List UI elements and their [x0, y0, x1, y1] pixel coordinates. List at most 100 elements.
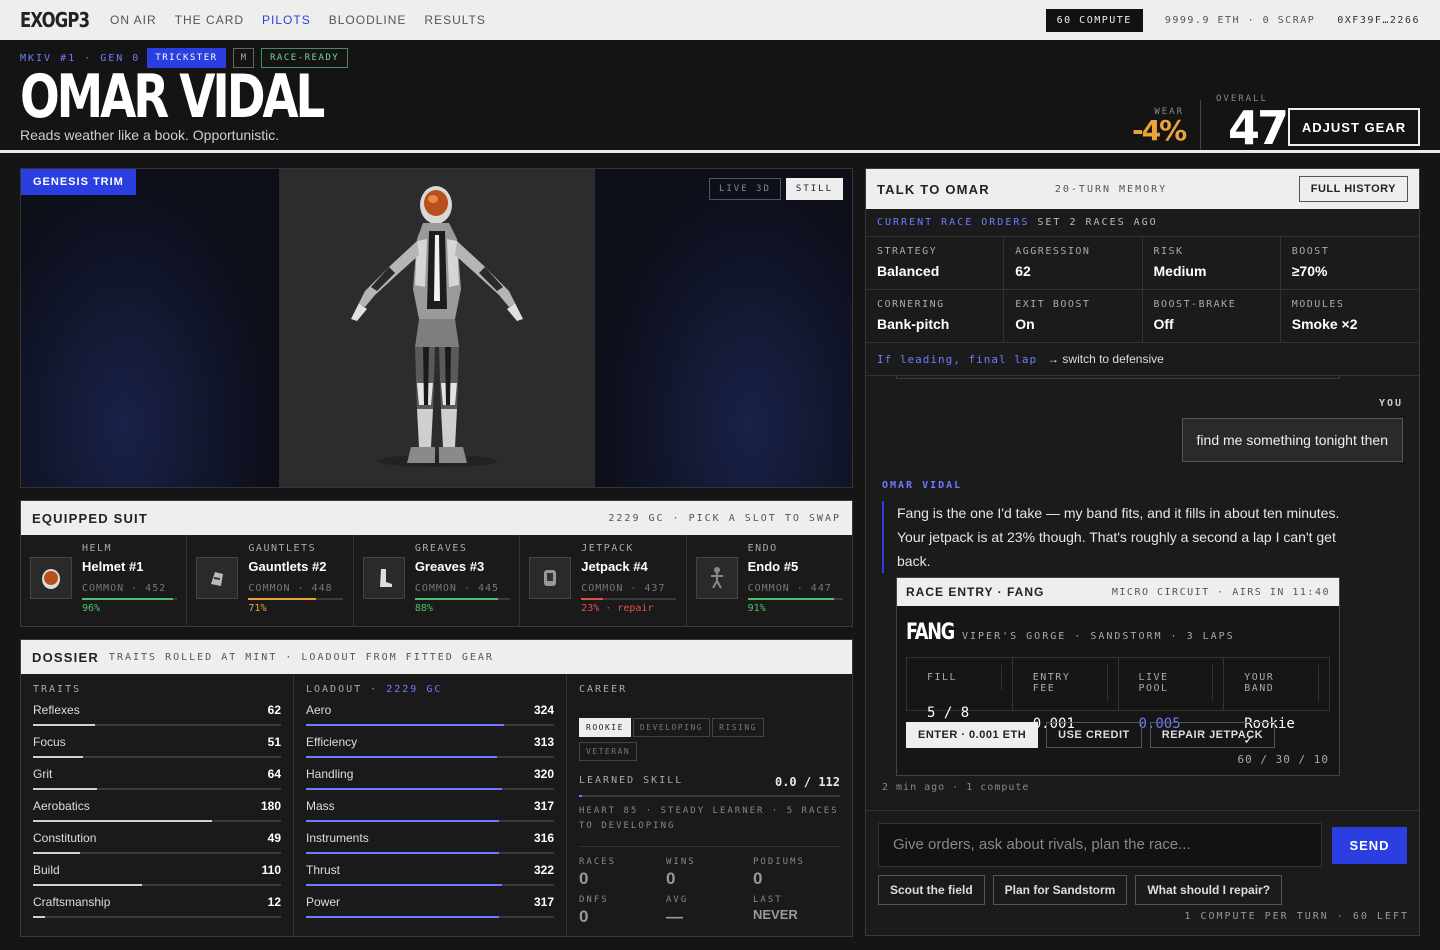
order-cell[interactable]: RISK Medium — [1142, 237, 1281, 290]
nav-bloodline[interactable]: BLOODLINE — [329, 13, 407, 27]
slot-rarity: COMMON · 437 — [581, 583, 666, 594]
loadout-bar — [306, 788, 554, 790]
traits-bar — [33, 724, 281, 726]
suit-slot-greaves[interactable]: GREAVES Greaves #3 COMMON · 445 88% — [354, 535, 521, 627]
divider — [1200, 100, 1201, 150]
chat-input[interactable]: Give orders, ask about rivals, plan the … — [878, 823, 1322, 867]
race-venue: VIPER'S GORGE · SANDSTORM · 3 LAPS — [962, 631, 1235, 642]
repair-jetpack-button[interactable]: REPAIR JETPACK — [1149, 722, 1276, 748]
suggestion-plan[interactable]: Plan for Sandstorm — [992, 875, 1128, 905]
loadout-bar — [306, 820, 554, 822]
skill-progress — [579, 795, 840, 797]
loadout-value: 313 — [533, 735, 554, 749]
slot-item-name: Jetpack #4 — [581, 559, 648, 574]
slot-label: HELM — [82, 543, 113, 554]
order-cell[interactable]: CORNERING Bank-pitch — [866, 290, 1005, 343]
message-meta: 2 min ago · 1 compute — [882, 782, 1030, 793]
suit-slot-endo[interactable]: ENDO Endo #5 COMMON · 447 91% — [687, 535, 852, 627]
use-credit-button[interactable]: USE CREDIT — [1046, 722, 1142, 748]
loadout-name: Instruments — [306, 831, 369, 845]
suggestion-scout[interactable]: Scout the field — [878, 875, 985, 905]
order-cell[interactable]: BOOST ≥70% — [1280, 237, 1419, 290]
career-stat: DNFS 0 — [579, 895, 666, 927]
loadout-bar — [306, 884, 554, 886]
order-cell[interactable]: STRATEGY Balanced — [866, 237, 1005, 290]
traits-row: Focus 51 — [33, 735, 281, 767]
loadout-name: Handling — [306, 767, 354, 781]
loadout-value: 320 — [533, 767, 554, 781]
traits-name: Grit — [33, 767, 53, 781]
nav-results[interactable]: RESULTS — [424, 13, 485, 27]
order-value: Bank-pitch — [877, 316, 950, 332]
traits-name: Focus — [33, 735, 66, 749]
order-key: AGGRESSION — [1015, 246, 1091, 257]
career-stat-value: 0 — [666, 869, 676, 888]
career-stage-chip: DEVELOPING — [632, 718, 711, 737]
loadout-bar — [306, 756, 554, 758]
suit-slot-helm[interactable]: HELM Helmet #1 COMMON · 452 96% — [21, 535, 188, 627]
order-key: RISK — [1153, 246, 1184, 257]
loadout-row: Thrust 322 — [306, 863, 554, 895]
traits-value: 110 — [261, 863, 281, 877]
race-orders: CURRENT RACE ORDERS SET 2 RACES AGO STRA… — [866, 209, 1419, 376]
send-button[interactable]: SEND — [1332, 827, 1407, 864]
order-cell[interactable]: MODULES Smoke ×2 — [1280, 290, 1419, 343]
order-key: BOOST-BRAKE — [1153, 299, 1237, 310]
pilot-name: OMAR VIDAL — [20, 62, 325, 132]
slot-label: GREAVES — [414, 543, 468, 554]
traits-header: TRAITS — [33, 684, 82, 695]
career-header: CAREER — [579, 684, 628, 695]
order-cell[interactable]: EXIT BOOST On — [1004, 290, 1143, 343]
career-stage-chip: ROOKIE — [579, 718, 631, 737]
orders-timestamp: SET 2 RACES AGO — [1037, 217, 1158, 228]
race-entry-card: RACE ENTRY · FANG MICRO CIRCUIT · AIRS I… — [896, 577, 1340, 776]
loadout-name: Power — [306, 895, 341, 909]
nav-pilots[interactable]: PILOTS — [262, 13, 311, 27]
adjust-gear-button[interactable]: ADJUST GEAR — [1288, 108, 1420, 146]
nav-on-air[interactable]: ON AIR — [110, 13, 157, 27]
memory-label: 20-TURN MEMORY — [1054, 183, 1168, 195]
order-cell[interactable]: AGGRESSION 62 — [1004, 237, 1143, 290]
loadout-value: 317 — [533, 799, 554, 813]
full-history-button[interactable]: FULL HISTORY — [1298, 176, 1408, 202]
main-nav: ON AIR THE CARD PILOTS BLOODLINE RESULTS — [110, 13, 486, 27]
traits-bar — [33, 820, 281, 822]
order-value: Balanced — [877, 263, 940, 279]
career-stat-value: 0 — [753, 869, 763, 888]
condition-bar — [248, 598, 344, 600]
race-card-meta: MICRO CIRCUIT · AIRS IN 11:40 — [1111, 586, 1330, 598]
traits-value: 64 — [267, 767, 281, 781]
order-cell[interactable]: BOOST-BRAKE Off — [1142, 290, 1281, 343]
app-logo[interactable]: EXOGP3 — [20, 8, 90, 32]
wallet-address[interactable]: 0XF39F…2266 — [1337, 15, 1420, 26]
order-key: BOOST — [1291, 246, 1330, 257]
skill-note: HEART 85 · STEADY LEARNER · 5 RACES TO D… — [579, 806, 839, 831]
suit-slot-gauntlets[interactable]: GAUNTLETS Gauntlets #2 COMMON · 448 71% — [187, 535, 354, 627]
loadout-row: Aero 324 — [306, 703, 554, 735]
panel-title: DOSSIER — [32, 649, 99, 665]
enter-race-button[interactable]: ENTER · 0.001 ETH — [906, 722, 1039, 748]
pilot-3d-viewer[interactable]: GENESIS TRIM LIVE 3D STILL — [20, 168, 853, 488]
gauntlet-icon — [196, 557, 239, 599]
slot-rarity: COMMON · 445 — [414, 583, 500, 594]
loadout-row: Efficiency 313 — [306, 735, 554, 767]
career-stat-label: RACES — [579, 857, 617, 867]
live-3d-toggle[interactable]: LIVE 3D — [708, 178, 781, 200]
overall-stat: OVERALL 47 — [1216, 94, 1289, 155]
loadout-label: LOADOUT · — [306, 684, 379, 695]
career-stat: LAST NEVER — [753, 895, 840, 927]
panel-subtitle: 2229 GC · PICK A SLOT TO SWAP — [608, 512, 841, 524]
overall-value: 47 — [1228, 101, 1289, 155]
nav-the-card[interactable]: THE CARD — [175, 13, 244, 27]
viewer-stage — [279, 169, 595, 487]
traits-column: TRAITS Reflexes 62 Focus 51 Grit 64 Aerobatics… — [21, 674, 294, 937]
race-stat: LIVE POOL 0.005 — [1119, 658, 1225, 732]
loadout-value: 316 — [533, 831, 554, 845]
loadout-name: Efficiency — [306, 735, 358, 749]
suggestion-repair[interactable]: What should I repair? — [1135, 875, 1283, 905]
order-condition: If leading, final lap — [877, 352, 1038, 366]
still-toggle[interactable]: STILL — [785, 178, 843, 200]
pilot-message: Fang is the one I'd take — my band fits,… — [882, 501, 1342, 573]
boot-icon — [362, 557, 405, 599]
suit-slot-jetpack[interactable]: JETPACK Jetpack #4 COMMON · 437 23% · repai… — [520, 535, 687, 627]
